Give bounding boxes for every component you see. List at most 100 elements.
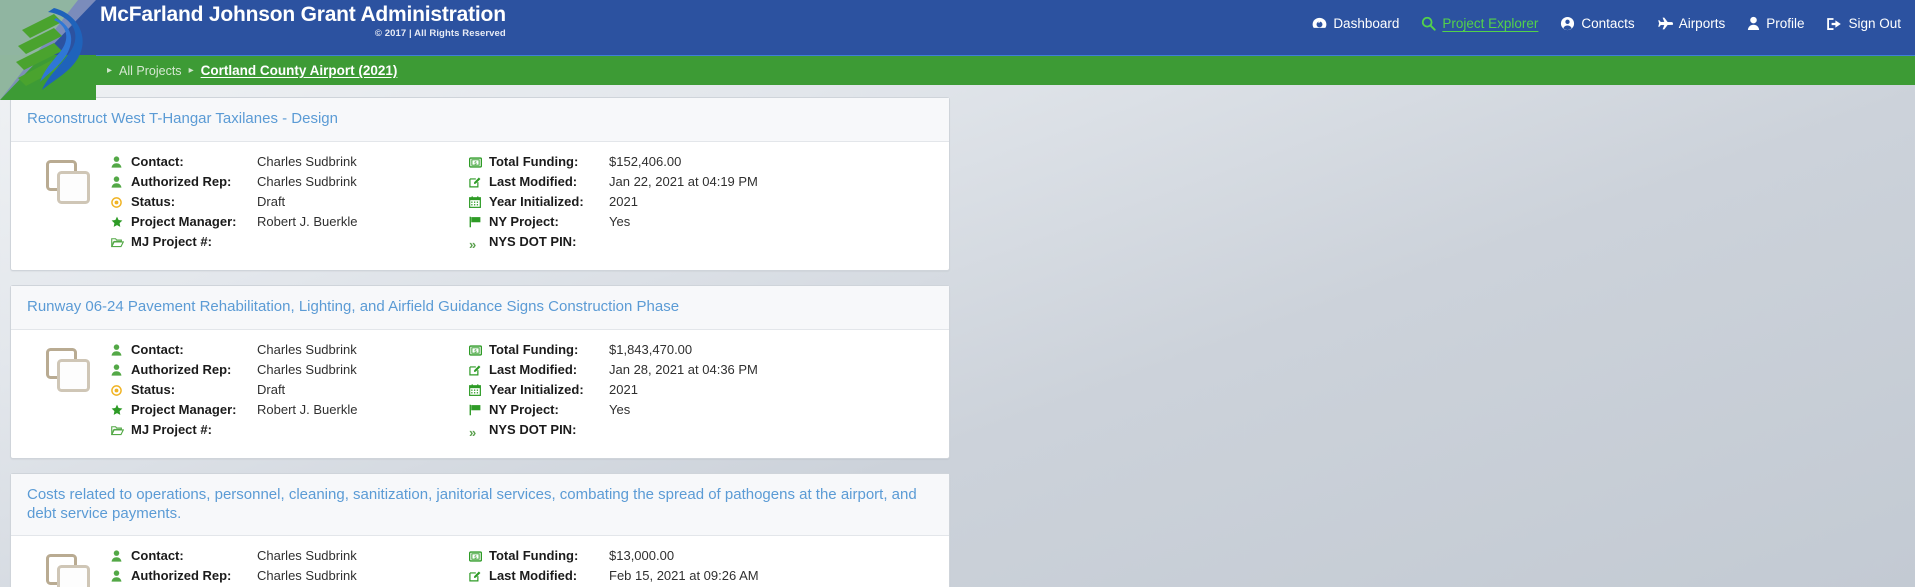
detail-value-authorized-rep: Charles Sudbrink [257,362,357,377]
detail-row-status: Status: Draft [111,194,469,214]
detail-label-status: Status: [131,194,176,209]
detail-value-year-initialized: 2021 [609,194,638,209]
breadcrumb-item-current-airport[interactable]: Cortland County Airport (2021) [201,63,398,78]
breadcrumb-separator-icon: ▸ [107,65,113,76]
star-icon [111,404,131,416]
detail-row-year-initialized: Year Initialized: 2021 [469,382,935,402]
detail-label-last-modified: Last Modified: [489,362,578,377]
detail-label-project-manager: Project Manager: [131,214,237,229]
detail-value-status: Draft [257,382,286,397]
detail-row-project-manager: Project Manager: Robert J. Buerkle [111,214,469,234]
svg-text:$: $ [474,348,477,353]
detail-row-nys-dot-pin: » NYS DOT PIN: [469,234,935,254]
detail-value-last-modified: Jan 22, 2021 at 04:19 PM [609,174,758,189]
detail-value-contact: Charles Sudbrink [257,342,357,357]
detail-label-project-manager: Project Manager: [131,402,237,417]
nav-label-airports: Airports [1678,16,1726,31]
detail-row-total-funding: $ Total Funding: $13,000.00 [469,548,935,568]
breadcrumb-item-all-projects[interactable]: All Projects [119,64,182,78]
nav-item-project-explorer[interactable]: Project Explorer [1421,16,1538,31]
copy-documents-icon [46,348,90,392]
detail-row-status: Status: Draft [111,382,469,402]
person-icon [111,344,131,356]
user-icon [1747,16,1760,31]
project-thumbnail[interactable] [25,342,111,393]
svg-text:$: $ [474,160,477,165]
detail-label-contact: Contact: [131,154,184,169]
detail-label-nys-dot-pin: NYS DOT PIN: [489,422,577,437]
detail-label-total-funding: Total Funding: [489,342,579,357]
detail-value-year-initialized: 2021 [609,382,638,397]
detail-row-authorized-rep: Authorized Rep: Charles Sudbrink [111,362,469,382]
nav-item-dashboard[interactable]: Dashboard [1312,16,1399,31]
nav-item-profile[interactable]: Profile [1747,16,1804,31]
nav-label-sign-out: Sign Out [1848,16,1901,31]
detail-label-mj-project: MJ Project #: [131,422,212,437]
nav-label-project-explorer: Project Explorer [1442,16,1539,31]
money-icon: $ [469,551,489,562]
detail-label-contact: Contact: [131,548,184,564]
project-detail-column-right: $ Total Funding: $13,000.00 Last Modifie… [469,548,935,587]
project-card-header: Reconstruct West T-Hangar Taxilanes - De… [11,98,949,142]
project-title-link[interactable]: Runway 06-24 Pavement Rehabilitation, Li… [27,297,933,316]
detail-row-total-funding: $ Total Funding: $152,406.00 [469,154,935,174]
nav-label-contacts: Contacts [1581,16,1635,31]
detail-row-last-modified: Last Modified: Feb 15, 2021 at 09:26 AM [469,568,935,587]
detail-row-mj-project: MJ Project #: [111,234,469,254]
copyright-text: © 2017 | All Rights Reserved [374,28,506,39]
person-icon [111,364,131,376]
detail-value-total-funding: $1,843,470.00 [609,342,693,357]
person-icon [111,570,131,582]
project-card-body: Contact: Charles Sudbrink Authorized Rep… [11,536,949,587]
detail-row-mj-project: MJ Project #: [111,422,469,442]
project-card[interactable]: Runway 06-24 Pavement Rehabilitation, Li… [10,285,950,459]
app-title: McFarland Johnson Grant Administration [100,3,506,26]
person-icon [111,156,131,168]
project-title-link[interactable]: Costs related to operations, personnel, … [27,485,933,523]
detail-label-ny-project: NY Project: [489,214,559,229]
project-card[interactable]: Costs related to operations, personnel, … [10,473,950,587]
search-icon [1421,16,1437,31]
detail-row-total-funding: $ Total Funding: $1,843,470.00 [469,342,935,362]
status-circle-icon [111,197,131,208]
project-thumbnail[interactable] [25,154,111,205]
dashboard-icon [1312,17,1327,30]
project-thumbnail[interactable] [25,548,111,587]
detail-row-last-modified: Last Modified: Jan 22, 2021 at 04:19 PM [469,174,935,194]
main-navigation: Dashboard Project Explorer Contacts Airp… [1312,16,1901,31]
detail-value-last-modified: Feb 15, 2021 at 09:26 AM [609,568,759,584]
project-detail-column-right: $ Total Funding: $152,406.00 Last Modifi… [469,154,935,254]
detail-row-last-modified: Last Modified: Jan 28, 2021 at 04:36 PM [469,362,935,382]
nav-label-dashboard: Dashboard [1333,16,1400,31]
detail-value-authorized-rep: Charles Sudbrink [257,174,357,189]
detail-value-project-manager: Robert J. Buerkle [257,402,358,417]
detail-value-ny-project: Yes [609,214,631,229]
detail-label-authorized-rep: Authorized Rep: [131,174,232,189]
calendar-icon [469,384,489,396]
copy-documents-icon [46,554,90,587]
project-card-body: Contact: Charles Sudbrink Authorized Rep… [11,330,949,458]
detail-label-year-initialized: Year Initialized: [489,194,584,209]
detail-label-year-initialized: Year Initialized: [489,382,584,397]
folder-open-icon [111,237,131,248]
detail-value-contact: Charles Sudbrink [257,548,357,564]
nav-item-sign-out[interactable]: Sign Out [1826,16,1901,31]
detail-label-last-modified: Last Modified: [489,174,578,189]
detail-row-nys-dot-pin: » NYS DOT PIN: [469,422,935,442]
flag-icon [469,404,489,416]
airplane-icon [1657,17,1673,31]
detail-value-project-manager: Robert J. Buerkle [257,214,358,229]
nav-item-airports[interactable]: Airports [1657,16,1726,31]
mcfarland-johnson-logo[interactable] [0,0,96,100]
project-detail-columns: Contact: Charles Sudbrink Authorized Rep… [111,154,935,254]
detail-label-authorized-rep: Authorized Rep: [131,362,232,377]
detail-row-ny-project: NY Project: Yes [469,402,935,422]
project-title-link[interactable]: Reconstruct West T-Hangar Taxilanes - De… [27,109,933,128]
nav-item-contacts[interactable]: Contacts [1560,16,1635,31]
detail-label-last-modified: Last Modified: [489,568,578,584]
detail-row-authorized-rep: Authorized Rep: Charles Sudbrink [111,174,469,194]
flag-icon [469,216,489,228]
detail-value-total-funding: $13,000.00 [609,548,675,564]
project-card[interactable]: Reconstruct West T-Hangar Taxilanes - De… [10,97,950,271]
project-detail-column-left: Contact: Charles Sudbrink Authorized Rep… [111,548,469,587]
